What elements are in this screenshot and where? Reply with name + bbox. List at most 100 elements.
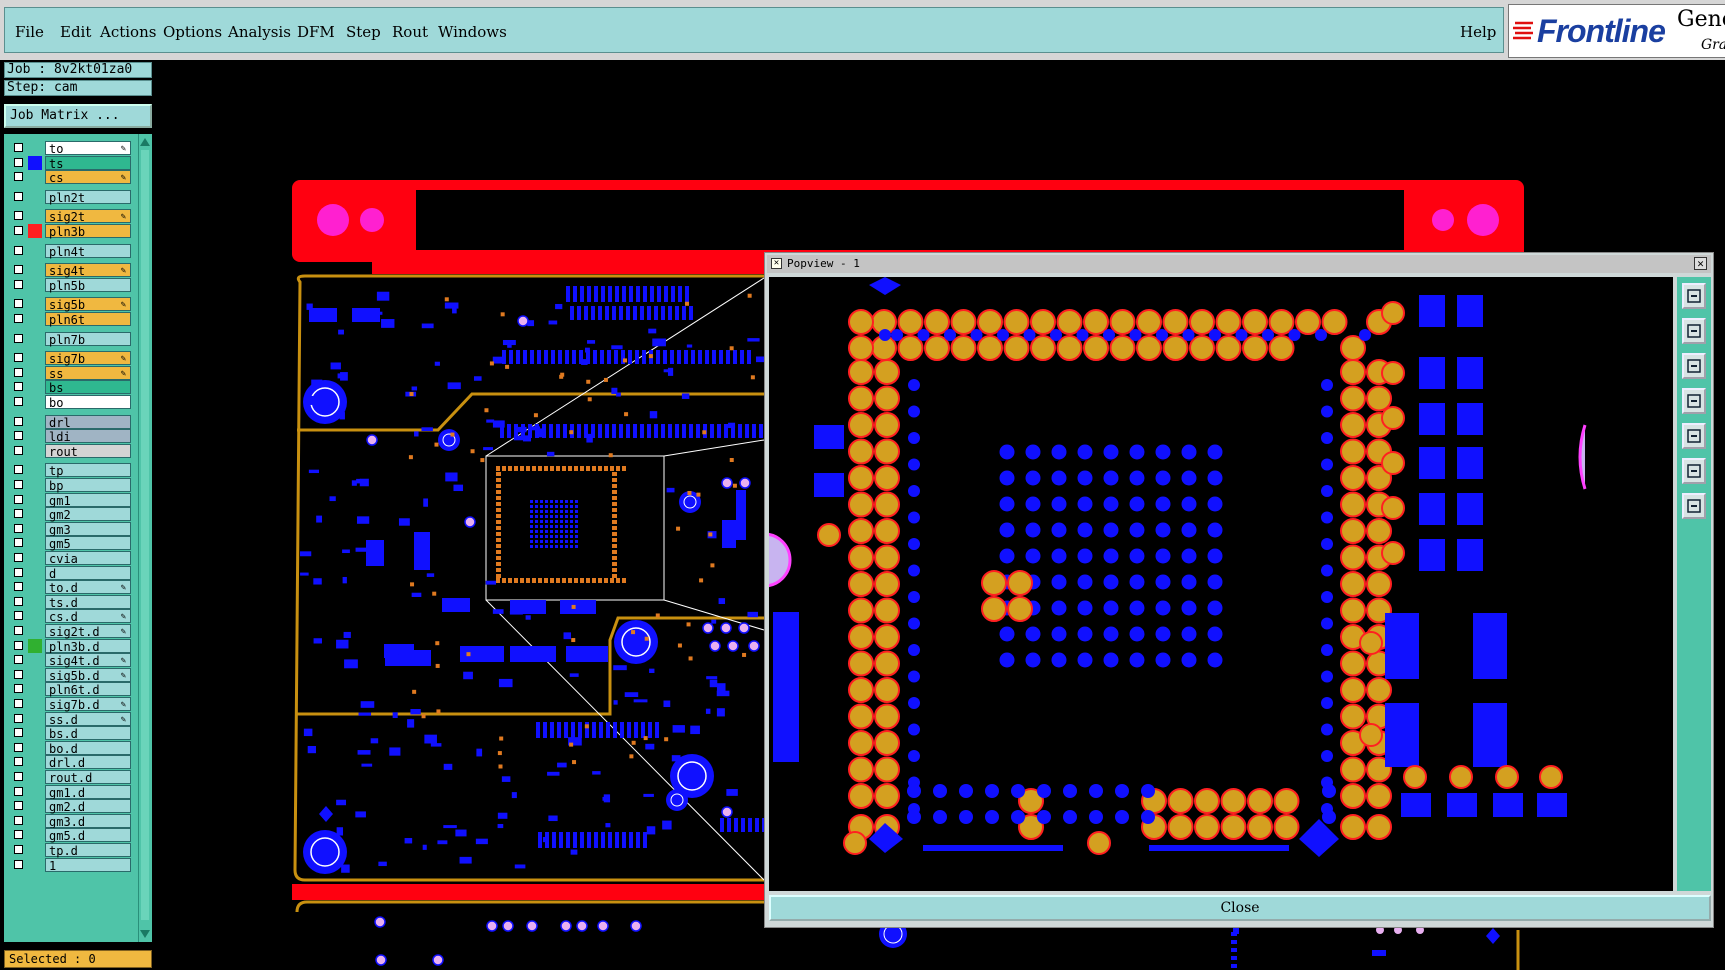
layer-row[interactable]: pln3b.d	[8, 638, 132, 654]
layer-name[interactable]: bs.d	[45, 726, 131, 741]
layer-name[interactable]: tp.d	[45, 843, 131, 858]
layer-name[interactable]: ts.d	[45, 594, 131, 610]
menu-analysis[interactable]: Analysis	[228, 23, 291, 41]
layer-row[interactable]: sig2t ✎	[8, 209, 132, 224]
layer-checkbox[interactable]	[14, 445, 23, 455]
layer-row[interactable]: to ✎	[8, 141, 132, 156]
layer-row[interactable]: gm2.d	[8, 799, 132, 814]
layer-name[interactable]: sig4t.d ✎	[45, 653, 131, 668]
layer-checkbox[interactable]	[14, 523, 23, 533]
layer-name[interactable]: ss ✎	[45, 365, 131, 381]
layer-row[interactable]: sig7b.d ✎	[8, 697, 132, 712]
layer-checkbox[interactable]	[14, 494, 23, 504]
layer-name[interactable]: gm1	[45, 492, 131, 508]
layer-name[interactable]: cvia	[45, 551, 131, 566]
layer-name[interactable]: pln2t	[45, 189, 131, 205]
layer-row[interactable]: bs	[8, 380, 132, 395]
layer-row[interactable]: d	[8, 565, 132, 581]
layer-row[interactable]: pln7b	[8, 331, 132, 347]
menu-windows[interactable]: Windows	[438, 23, 507, 41]
layer-name[interactable]: drl.d	[45, 755, 131, 770]
menu-file[interactable]: File	[15, 23, 44, 41]
layer-down-icon[interactable]	[1682, 353, 1706, 379]
layer-name[interactable]: pln6t.d	[45, 682, 131, 697]
layer-checkbox[interactable]	[14, 265, 23, 275]
menu-options[interactable]: Options	[163, 23, 222, 41]
layer-up-icon[interactable]	[1682, 318, 1706, 344]
layer-name[interactable]: gm3	[45, 521, 131, 537]
layer-row[interactable]: tp.d	[8, 843, 132, 858]
layer-row[interactable]: sig2t.d ✎	[8, 624, 132, 639]
menu-edit[interactable]: Edit	[60, 23, 91, 41]
layer-checkbox[interactable]	[14, 567, 23, 577]
layer-row[interactable]: pln6t.d	[8, 682, 132, 697]
layer-checkbox[interactable]	[14, 713, 23, 723]
layer-checkbox[interactable]	[14, 640, 23, 650]
layer-name[interactable]: gm1.d	[45, 784, 131, 800]
menu-step[interactable]: Step	[346, 23, 381, 41]
window-menu-icon[interactable]: ✕	[771, 258, 782, 269]
layer-checkbox[interactable]	[14, 699, 23, 708]
layer-name[interactable]: drl	[45, 414, 131, 430]
layer-row[interactable]: gm2	[8, 507, 132, 522]
layer-name[interactable]: sig7b ✎	[45, 351, 131, 366]
layer-row[interactable]: pln5b	[8, 277, 132, 293]
layer-row[interactable]: gm3	[8, 521, 132, 537]
layer-name[interactable]: gm5	[45, 536, 131, 551]
layer-name[interactable]: 1	[45, 857, 131, 873]
popview-canvas[interactable]	[769, 277, 1673, 891]
layer-checkbox[interactable]	[14, 830, 23, 840]
layer-name[interactable]: gm2.d	[45, 799, 131, 814]
layer-checkbox[interactable]	[14, 655, 23, 665]
layer-checkbox[interactable]	[14, 191, 23, 201]
layer-name[interactable]: ss.d ✎	[45, 711, 131, 727]
layer-checkbox[interactable]	[14, 431, 23, 441]
layer-name[interactable]: cs ✎	[45, 170, 131, 185]
layer-row[interactable]: 1	[8, 857, 132, 873]
layer-name[interactable]: ts	[45, 155, 131, 171]
layer-checkbox[interactable]	[14, 143, 23, 152]
popview-close-icon[interactable]: ✕	[1694, 257, 1707, 270]
menu-rout[interactable]: Rout	[392, 23, 428, 41]
layer-checkbox[interactable]	[14, 314, 23, 323]
layer-name[interactable]: cs.d ✎	[45, 609, 131, 624]
zoom-fit-icon[interactable]	[1682, 458, 1706, 484]
layer-row[interactable]: sig4t ✎	[8, 263, 132, 278]
layer-name[interactable]: to ✎	[45, 141, 131, 156]
layer-checkbox[interactable]	[14, 815, 23, 825]
layer-name[interactable]: d	[45, 565, 131, 581]
pan-left-icon[interactable]	[1682, 388, 1706, 414]
layer-checkbox[interactable]	[14, 157, 23, 167]
layer-row[interactable]: gm1.d	[8, 784, 132, 800]
layer-name[interactable]: pln7b	[45, 331, 131, 347]
layer-name[interactable]: pln3b.d	[45, 638, 131, 654]
layer-checkbox[interactable]	[14, 742, 23, 752]
layer-name[interactable]: sig5b.d ✎	[45, 667, 131, 683]
layer-checkbox[interactable]	[14, 509, 23, 519]
layer-row[interactable]: pln3b	[8, 224, 132, 239]
layer-checkbox[interactable]	[14, 845, 23, 854]
layer-row[interactable]: rout.d	[8, 770, 132, 785]
view-home-icon[interactable]	[1682, 283, 1706, 309]
layer-name[interactable]: gm3.d	[45, 813, 131, 829]
layer-row[interactable]: ldi	[8, 429, 132, 444]
layer-row[interactable]: gm5.d	[8, 828, 132, 843]
layer-row[interactable]: bo	[8, 395, 132, 410]
popview-titlebar[interactable]: ✕ Popview - 1 ✕	[767, 255, 1711, 273]
layer-checkbox[interactable]	[14, 538, 23, 548]
layer-row[interactable]: gm5	[8, 536, 132, 551]
layer-checkbox[interactable]	[14, 226, 23, 235]
layer-name[interactable]: pln5b	[45, 277, 131, 293]
layer-row[interactable]: gm3.d	[8, 813, 132, 829]
layer-checkbox[interactable]	[14, 353, 23, 363]
layer-row[interactable]: cs.d ✎	[8, 609, 132, 624]
layer-checkbox[interactable]	[14, 279, 23, 289]
layer-name[interactable]: gm5.d	[45, 828, 131, 843]
pan-right-icon[interactable]	[1682, 423, 1706, 449]
menu-help[interactable]: Help	[1460, 23, 1496, 41]
layer-list-scrollbar[interactable]	[138, 134, 152, 942]
layer-row[interactable]: gm1	[8, 492, 132, 508]
layer-checkbox[interactable]	[14, 382, 23, 392]
layer-name[interactable]: bp	[45, 478, 131, 493]
layer-name[interactable]: bo	[45, 395, 131, 410]
